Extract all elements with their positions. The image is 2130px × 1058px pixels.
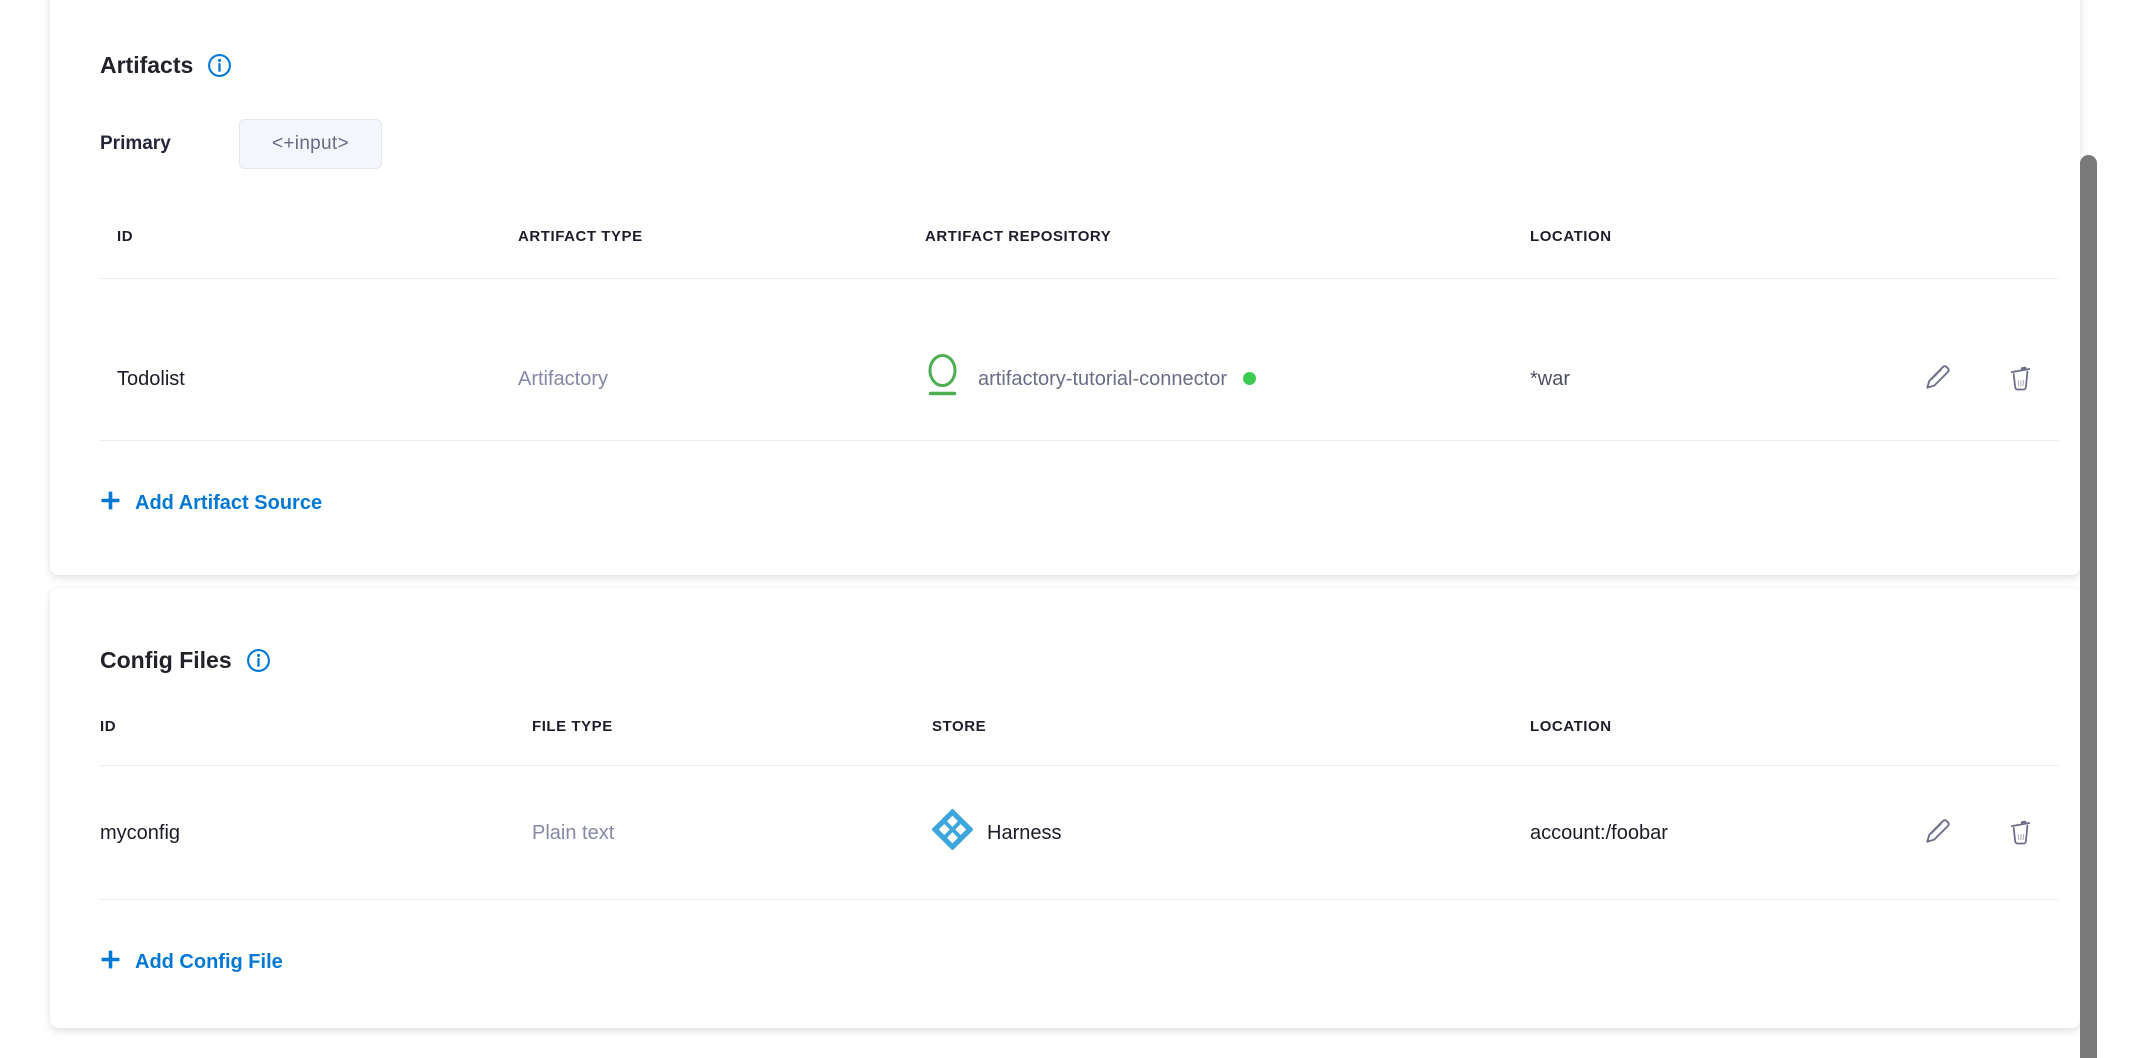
config-file-store-cell: Harness — [932, 809, 1530, 857]
artifacts-table-header: ID ARTIFACT TYPE ARTIFACT REPOSITORY LOC… — [100, 227, 2059, 279]
edit-button[interactable] — [1923, 363, 1951, 394]
config-file-row-actions — [1864, 817, 2059, 849]
plus-icon — [100, 949, 121, 976]
primary-artifact-input[interactable]: <+input> — [239, 119, 382, 169]
artifacts-heading: Artifacts — [100, 50, 193, 80]
primary-label: Primary — [100, 133, 239, 155]
edit-button[interactable] — [1923, 817, 1951, 848]
column-header-id: ID — [117, 227, 518, 247]
pencil-icon — [1923, 817, 1951, 848]
primary-artifact-value: <+input> — [272, 133, 349, 155]
artifact-type: Artifactory — [518, 366, 925, 392]
artifactory-icon — [925, 352, 960, 405]
column-header-location: LOCATION — [1530, 717, 1864, 737]
add-config-file-button[interactable]: Add Config File — [100, 948, 283, 976]
primary-artifact-row: Primary <+input> — [100, 119, 2059, 169]
config-files-card: Config Files ID FILE TYPE STORE LOCATION… — [50, 588, 2080, 1028]
artifacts-card: Artifacts Primary <+input> ID ARTIFACT T… — [50, 0, 2080, 575]
column-header-artifact-repository: ARTIFACT REPOSITORY — [925, 227, 1530, 247]
config-file-id: myconfig — [100, 820, 532, 846]
config-file-store-name: Harness — [987, 820, 1061, 846]
config-file-location: account:/foobar — [1530, 820, 1864, 846]
info-icon[interactable] — [207, 53, 232, 78]
artifact-row-actions — [1864, 363, 2059, 395]
add-artifact-source-button[interactable]: Add Artifact Source — [100, 489, 322, 517]
config-file-row: myconfig Plain text Harness account:/foo… — [100, 766, 2059, 900]
artifacts-table: ID ARTIFACT TYPE ARTIFACT REPOSITORY LOC… — [100, 227, 2059, 441]
column-header-store: STORE — [932, 717, 1530, 737]
connector-status-dot — [1243, 372, 1256, 385]
column-header-location: LOCATION — [1530, 227, 1864, 247]
pencil-icon — [1923, 363, 1951, 394]
artifact-id: Todolist — [117, 366, 518, 392]
trash-icon — [2007, 363, 2034, 395]
artifact-row: Todolist Artifactory artifactory-tutoria… — [100, 279, 2059, 441]
column-header-artifact-type: ARTIFACT TYPE — [518, 227, 925, 247]
column-header-file-type: FILE TYPE — [532, 717, 932, 737]
vertical-scrollbar[interactable] — [2080, 155, 2097, 1058]
add-config-file-label: Add Config File — [135, 951, 283, 974]
trash-icon — [2007, 817, 2034, 849]
info-icon[interactable] — [246, 648, 271, 673]
delete-button[interactable] — [2007, 363, 2034, 395]
artifact-repository-cell: artifactory-tutorial-connector — [925, 352, 1530, 405]
delete-button[interactable] — [2007, 817, 2034, 849]
artifact-repository-name: artifactory-tutorial-connector — [978, 366, 1227, 392]
artifacts-heading-row: Artifacts — [100, 0, 2059, 80]
config-files-heading: Config Files — [100, 645, 232, 675]
config-files-heading-row: Config Files — [100, 588, 2059, 675]
column-header-id: ID — [100, 717, 532, 737]
harness-logo-icon — [932, 809, 973, 857]
plus-icon — [100, 490, 121, 517]
add-artifact-source-label: Add Artifact Source — [135, 492, 322, 515]
config-file-type: Plain text — [532, 820, 932, 846]
artifact-location: *war — [1530, 366, 1864, 392]
config-files-table: ID FILE TYPE STORE LOCATION myconfig Pla… — [100, 717, 2059, 900]
config-files-table-header: ID FILE TYPE STORE LOCATION — [100, 717, 2059, 766]
